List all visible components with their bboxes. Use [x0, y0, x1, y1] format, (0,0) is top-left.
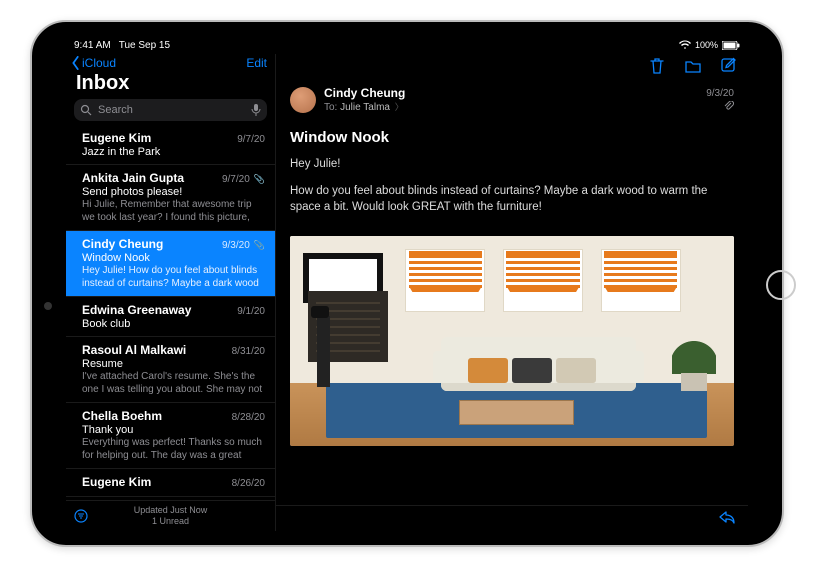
item-subject: Jazz in the Park — [82, 146, 265, 158]
message-body: Hey Julie! How do you feel about blinds … — [276, 150, 748, 236]
wifi-icon — [679, 40, 691, 50]
status-bar: 9:41 AM Tue Sep 15 100% — [66, 36, 748, 54]
compose-button[interactable] — [720, 57, 738, 78]
compose-icon — [720, 57, 738, 75]
search-icon — [80, 104, 92, 116]
item-date: 8/28/20 — [232, 412, 265, 423]
move-button[interactable] — [684, 57, 702, 78]
filter-icon — [74, 509, 88, 523]
item-date: 9/3/20📎 — [222, 240, 265, 251]
footer-status: Updated Just Now — [92, 505, 249, 516]
attached-photo[interactable] — [290, 236, 734, 446]
back-button[interactable]: iCloud — [70, 56, 116, 70]
message-list: Eugene Kim 9/7/20Jazz in the Park Ankita J… — [66, 125, 275, 500]
item-subject: Thank you — [82, 424, 265, 436]
back-label: iCloud — [82, 56, 116, 70]
filter-button[interactable] — [74, 509, 92, 523]
item-date: 9/7/20📎 — [222, 174, 265, 185]
detail-toolbar — [276, 54, 748, 80]
greeting: Hey Julie! — [290, 156, 734, 173]
item-preview: I've attached Carol's resume. She's the … — [82, 371, 265, 396]
status-date: Tue Sep 15 — [119, 40, 170, 51]
status-icons: 100% — [679, 40, 740, 50]
search-input[interactable] — [98, 104, 245, 116]
item-sender: Rasoul Al Malkawi — [82, 343, 186, 357]
ipad-frame: 9:41 AM Tue Sep 15 100% iCloud Edit — [30, 20, 784, 547]
to-line[interactable]: To: Julie Talma 〉 — [324, 100, 698, 113]
sidebar: iCloud Edit Inbox Eugene Kim 9/7/20Jazz i… — [66, 54, 276, 531]
body-text: How do you feel about blinds instead of … — [290, 183, 734, 216]
item-sender: Ankita Jain Gupta — [82, 171, 184, 185]
edit-button[interactable]: Edit — [246, 56, 267, 70]
attachment-icon: 📎 — [254, 240, 265, 250]
search-field[interactable] — [74, 99, 267, 121]
message-item[interactable]: Edwina Greenaway 9/1/20Book club — [66, 297, 275, 337]
detail-date: 9/3/20 — [706, 88, 734, 99]
sender-avatar[interactable] — [290, 87, 316, 113]
message-header: Cindy Cheung To: Julie Talma 〉 9/3/20 — [276, 80, 748, 121]
item-date: 8/31/20 — [232, 346, 265, 357]
screen: 9:41 AM Tue Sep 15 100% iCloud Edit — [66, 36, 748, 531]
from-name[interactable]: Cindy Cheung — [324, 86, 698, 100]
message-item[interactable]: Ankita Jain Gupta 9/7/20📎Send photos plea… — [66, 165, 275, 231]
attachment-icon: 📎 — [254, 174, 265, 184]
item-date: 9/1/20 — [237, 306, 265, 317]
sidebar-footer: Updated Just Now 1 Unread — [66, 500, 275, 531]
message-item[interactable]: Chella Boehm 8/28/20Thank youEverything w… — [66, 403, 275, 469]
reply-button[interactable] — [718, 508, 736, 529]
inbox-title: Inbox — [66, 70, 275, 99]
message-subject: Window Nook — [276, 121, 748, 150]
reply-icon — [718, 508, 736, 526]
message-item[interactable]: Eugene Kim 9/7/20Jazz in the Park — [66, 125, 275, 165]
item-subject: Window Nook — [82, 252, 265, 264]
item-sender: Cindy Cheung — [82, 237, 163, 251]
item-subject: Book club — [82, 318, 265, 330]
detail-footer — [276, 505, 748, 531]
dictate-icon[interactable] — [251, 104, 261, 116]
message-detail: Cindy Cheung To: Julie Talma 〉 9/3/20 — [276, 54, 748, 531]
item-preview: Hey Julie! How do you feel about blinds … — [82, 265, 265, 290]
footer-unread: 1 Unread — [92, 516, 249, 527]
camera-dot — [44, 302, 52, 310]
message-item[interactable]: Cindy Cheung 9/3/20📎Window NookHey Julie!… — [66, 231, 275, 297]
item-date: 8/26/20 — [232, 478, 265, 489]
battery-percent: 100% — [695, 40, 718, 50]
home-button[interactable] — [766, 270, 796, 300]
item-preview: Hi Julie, Remember that awesome trip we … — [82, 199, 265, 224]
item-date: 9/7/20 — [237, 134, 265, 145]
trash-icon — [648, 57, 666, 75]
item-sender: Edwina Greenaway — [82, 303, 191, 317]
item-subject: Resume — [82, 358, 265, 370]
folder-icon — [684, 57, 702, 75]
item-sender: Chella Boehm — [82, 409, 162, 423]
battery-icon — [722, 41, 740, 50]
chevron-right-icon: 〉 — [395, 102, 404, 112]
chevron-left-icon — [70, 56, 82, 70]
item-preview: Everything was perfect! Thanks so much f… — [82, 437, 265, 462]
delete-button[interactable] — [648, 57, 666, 78]
status-time: 9:41 AM — [74, 40, 111, 51]
item-sender: Eugene Kim — [82, 131, 151, 145]
item-sender: Eugene Kim — [82, 475, 151, 489]
attachment-icon — [724, 101, 734, 111]
message-item[interactable]: Eugene Kim 8/26/20 — [66, 469, 275, 497]
message-item[interactable]: Rasoul Al Malkawi 8/31/20ResumeI've attac… — [66, 337, 275, 403]
item-subject: Send photos please! — [82, 186, 265, 198]
